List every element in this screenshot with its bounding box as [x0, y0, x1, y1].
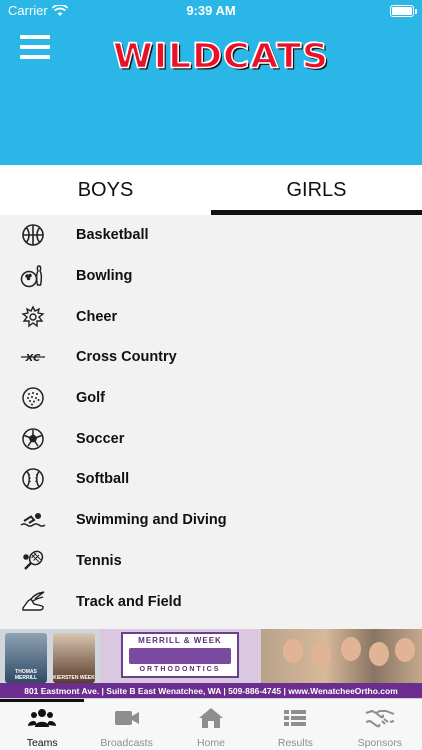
bottom-tab-bar: Teams Broadcasts Home Results Sponsors	[0, 698, 422, 750]
sport-label: Golf	[76, 390, 105, 407]
sport-label: Basketball	[76, 227, 149, 244]
list-item-cheer[interactable]: Cheer	[0, 296, 422, 337]
tennis-racket-icon	[20, 548, 46, 574]
team-logo: WILDCATS	[112, 36, 329, 76]
app-screen: Carrier 9:39 AM WILDCATS BOYS GIRLS Bask…	[0, 0, 422, 750]
list-item-tennis[interactable]: Tennis	[0, 541, 422, 582]
video-camera-icon	[114, 711, 139, 725]
tabbar-item-teams[interactable]: Teams	[0, 699, 84, 750]
cross-country-icon: XC	[20, 344, 46, 370]
list-item-swimming-and-diving[interactable]: Swimming and Diving	[0, 500, 422, 541]
sport-label: Cross Country	[76, 349, 177, 366]
winged-shoe-icon	[20, 589, 46, 615]
battery-icon	[390, 5, 414, 17]
sport-label: Soccer	[76, 430, 125, 447]
app-header: Carrier 9:39 AM WILDCATS	[0, 0, 422, 165]
home-icon	[198, 708, 223, 728]
svg-text:XC: XC	[25, 353, 41, 364]
softball-icon	[20, 466, 46, 492]
sport-label: Swimming and Diving	[76, 512, 227, 529]
ad-logo: MERRILL & WEEK ORTHODONTICS	[121, 632, 239, 678]
sport-label: Cheer	[76, 308, 118, 325]
sport-label: Track and Field	[76, 593, 182, 610]
list-item-cross-country[interactable]: XC Cross Country	[0, 337, 422, 378]
braces-graphic	[129, 648, 231, 664]
list-item-track-and-field[interactable]: Track and Field	[0, 581, 422, 622]
ad-photo-person: THOMAS MERRILL	[5, 633, 47, 683]
tabbar-item-sponsors[interactable]: Sponsors	[338, 699, 422, 750]
list-item-golf[interactable]: Golf	[0, 378, 422, 419]
tabbar-item-home[interactable]: Home	[169, 699, 253, 750]
list-item-softball[interactable]: Softball	[0, 459, 422, 500]
ad-group-photo	[261, 629, 422, 684]
tab-boys[interactable]: BOYS	[0, 165, 211, 215]
tab-girls[interactable]: GIRLS	[211, 165, 422, 215]
status-time: 9:39 AM	[186, 3, 236, 18]
tabbar-item-broadcasts[interactable]: Broadcasts	[84, 699, 168, 750]
sports-list: Basketball Bowling Cheer XC Cross Countr…	[0, 215, 422, 630]
tabbar-item-results[interactable]: Results	[253, 699, 337, 750]
bowling-icon	[20, 263, 46, 289]
ad-doctor-photos: THOMAS MERRILL KIERSTEN WEEK	[0, 629, 100, 684]
list-item-bowling[interactable]: Bowling	[0, 256, 422, 297]
sport-label: Softball	[76, 471, 130, 488]
handshake-icon	[365, 709, 395, 728]
ad-photo-person: KIERSTEN WEEK	[53, 633, 95, 683]
active-tab-indicator	[0, 699, 84, 702]
soccer-ball-icon	[20, 426, 46, 452]
basketball-icon	[20, 222, 46, 248]
cheer-pompom-icon	[20, 304, 46, 330]
ad-address-text: 801 Eastmont Ave. | Suite B East Wenatch…	[0, 683, 422, 698]
teams-icon	[28, 709, 57, 727]
list-item-basketball[interactable]: Basketball	[0, 215, 422, 256]
sport-label: Bowling	[76, 268, 133, 285]
list-item-soccer[interactable]: Soccer	[0, 418, 422, 459]
golf-ball-icon	[20, 385, 46, 411]
status-bar: Carrier 9:39 AM	[0, 0, 422, 22]
sponsor-banner-ad[interactable]: THOMAS MERRILL KIERSTEN WEEK MERRILL & W…	[0, 629, 422, 698]
list-icon	[284, 710, 307, 726]
gender-tabs: BOYS GIRLS	[0, 165, 422, 215]
swimmer-icon	[20, 507, 46, 533]
sport-label: Tennis	[76, 552, 122, 569]
